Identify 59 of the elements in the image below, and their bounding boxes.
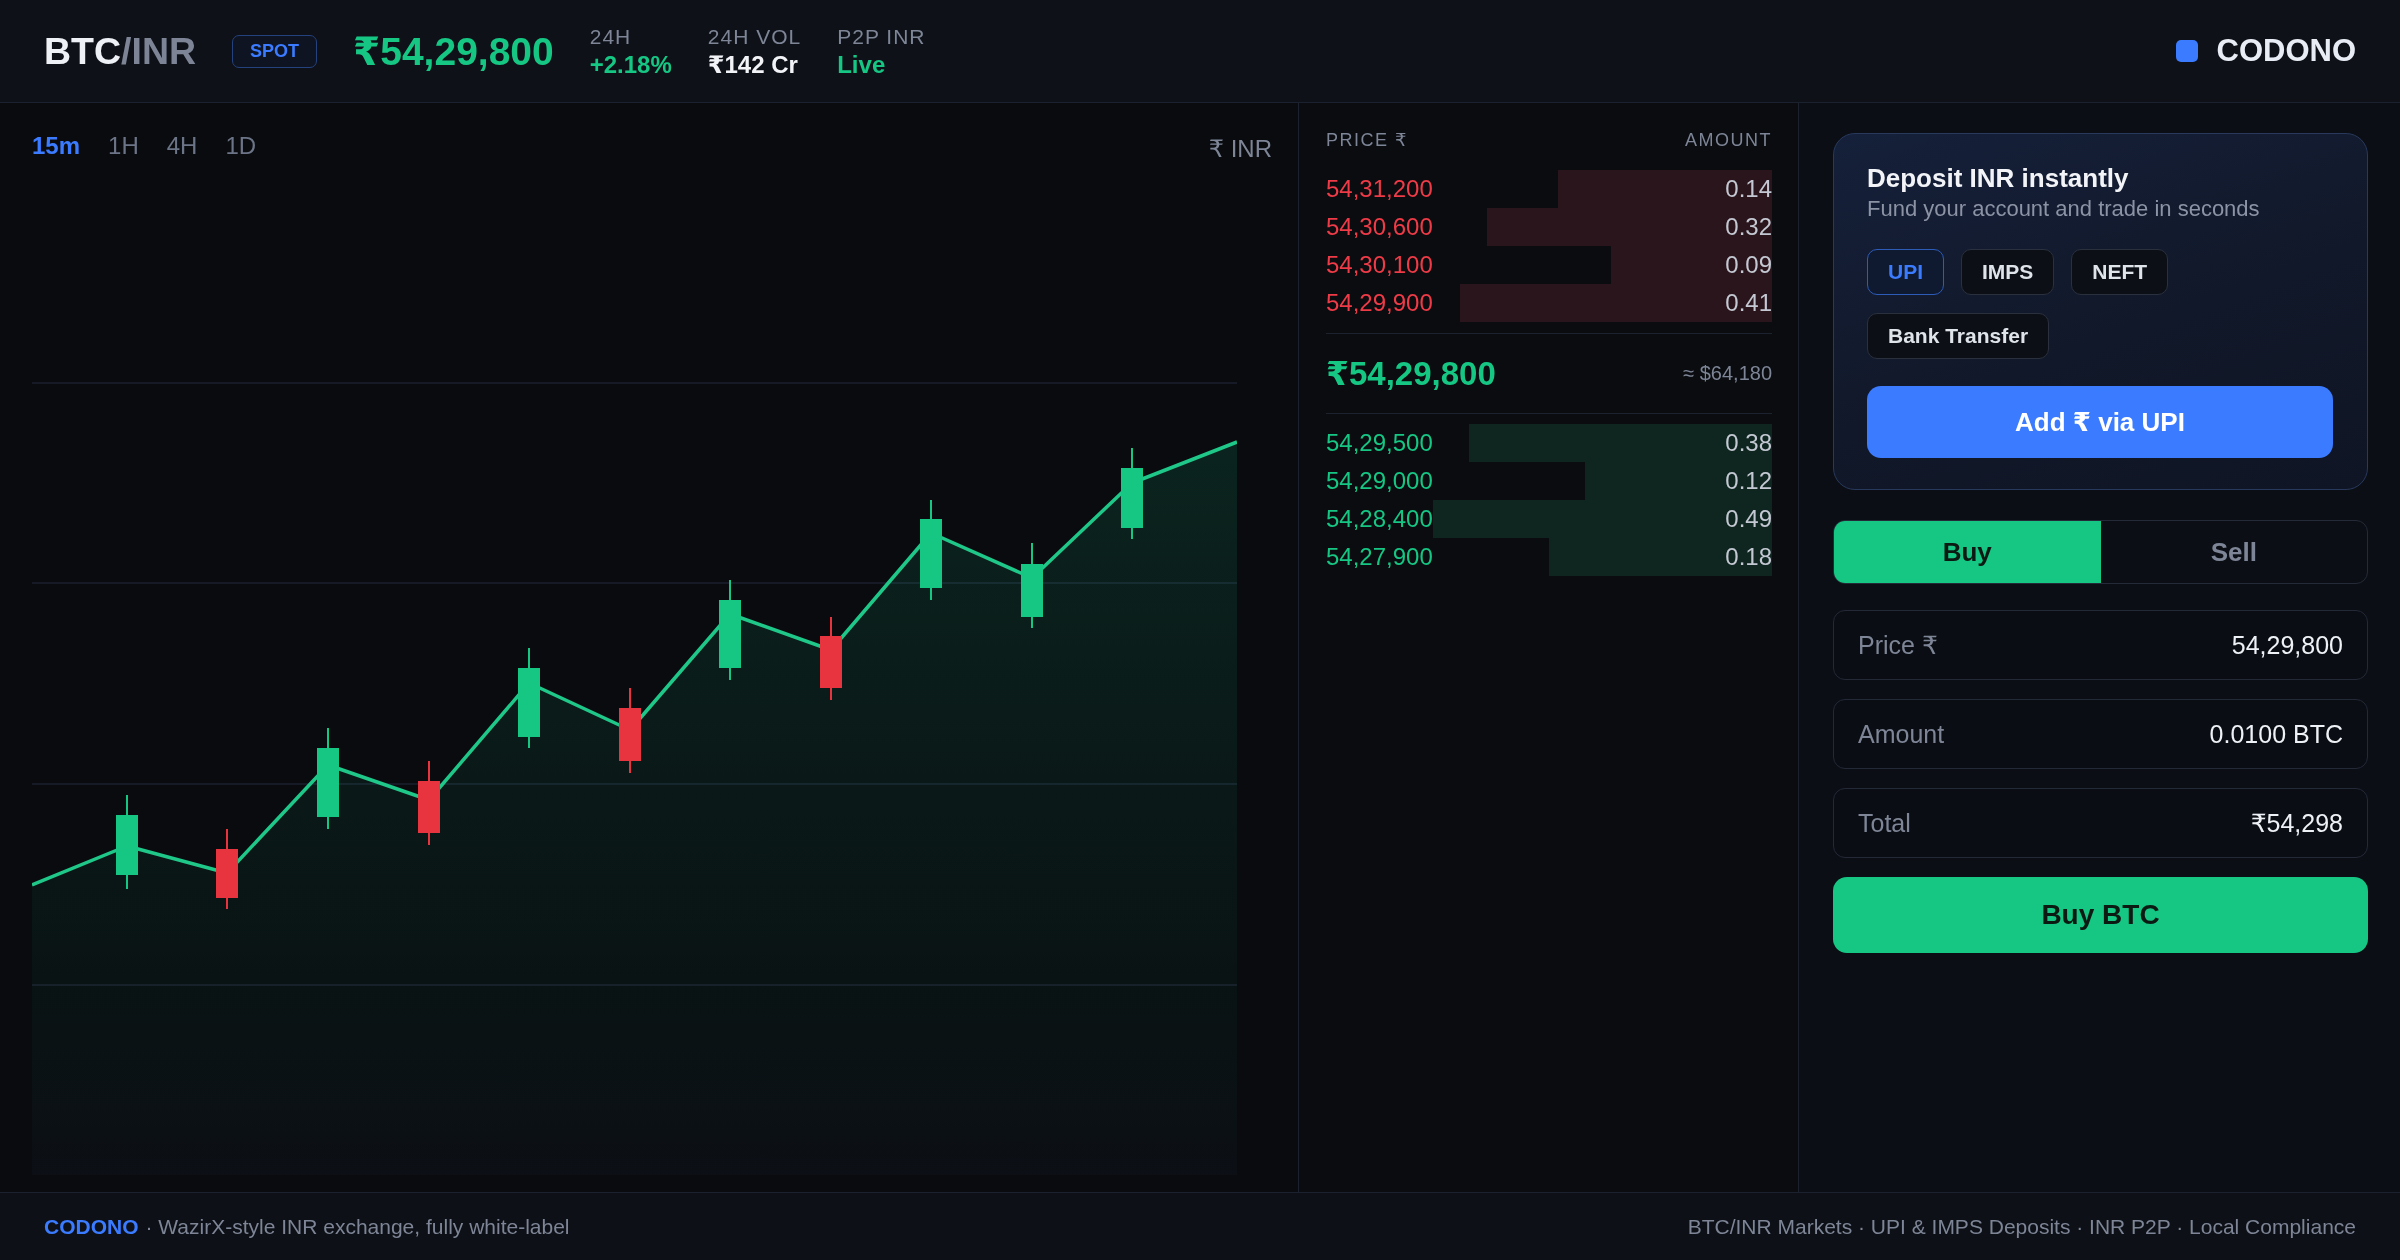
brand-name: CODONO	[2216, 33, 2356, 69]
stat-label: 24H VOL	[707, 25, 802, 49]
field-value: 54,29,800	[2231, 630, 2343, 660]
logo-icon	[2175, 40, 2198, 62]
bid-amount: 0.38	[1725, 429, 1772, 457]
last-price: ₹54,29,800	[353, 28, 554, 74]
payment-method-chip[interactable]: Bank Transfer	[1867, 313, 2050, 359]
side-tab[interactable]: Buy	[1834, 521, 2101, 583]
field-label: Amount	[1858, 719, 1945, 749]
bid-amount: 0.49	[1725, 505, 1772, 533]
deposit-title: Deposit INR instantly	[1867, 162, 2130, 194]
footer-brand: CODONO	[44, 1214, 139, 1239]
bid-amount: 0.12	[1725, 467, 1772, 495]
payment-method-chip[interactable]: NEFT	[2071, 249, 2169, 295]
ask-price: 54,29,900	[1326, 289, 1433, 317]
footer-tagline: · WazirX-style INR exchange, fully white-label	[145, 1214, 570, 1239]
currency-label: ₹ INR	[1208, 135, 1272, 163]
bid-amount: 0.18	[1725, 543, 1772, 571]
ask-price: 54,31,200	[1326, 175, 1433, 203]
deposit-subtitle: Fund your account and trade in seconds	[1867, 195, 2261, 223]
input-field[interactable]: Total ₹54,298	[1833, 788, 2368, 858]
side-tab[interactable]: Sell	[2100, 521, 2367, 583]
mid-price: ₹54,29,800	[1326, 354, 1496, 393]
ask-price: 54,30,100	[1326, 251, 1433, 279]
timeframe-tab[interactable]: 1D	[225, 132, 257, 160]
field-label: Price ₹	[1858, 630, 1938, 660]
stat-value: +2.18%	[589, 51, 672, 79]
stat-label: P2P INR	[837, 25, 926, 49]
column-header: AMOUNT	[1685, 129, 1772, 151]
ask-price: 54,30,600	[1326, 213, 1433, 241]
column-header: PRICE ₹	[1326, 129, 1408, 151]
input-field[interactable]: Price ₹ 54,29,800	[1833, 610, 2368, 680]
timeframe-tab[interactable]: 4H	[166, 132, 198, 160]
pair-base: BTC	[44, 29, 122, 72]
field-value: 0.0100 BTC	[2209, 719, 2343, 749]
add-funds-button[interactable]: Add ₹ via UPI	[1867, 386, 2333, 458]
bid-price: 54,29,000	[1326, 467, 1433, 495]
pair-quote: /INR	[121, 29, 197, 72]
stat-value: ₹142 Cr	[707, 51, 799, 79]
mid-price-usd: ≈ $64,180	[1683, 362, 1772, 385]
ask-amount: 0.41	[1725, 289, 1772, 317]
bid-price: 54,29,500	[1326, 429, 1433, 457]
field-label: Total	[1858, 808, 1911, 838]
timeframe-tab[interactable]: 1H	[108, 132, 139, 160]
bid-price: 54,28,400	[1326, 505, 1433, 533]
footer-features: BTC/INR Markets · UPI & IMPS Deposits · INR P2P · Local Compliance	[1687, 1214, 2356, 1239]
bid-price: 54,27,900	[1326, 543, 1433, 571]
input-field[interactable]: Amount 0.0100 BTC	[1833, 699, 2368, 769]
payment-method-chip[interactable]: IMPS	[1961, 249, 2055, 295]
stat-label: 24H	[589, 25, 633, 49]
buy-button[interactable]: Buy BTC	[1833, 877, 2368, 953]
payment-method-chip[interactable]: UPI	[1867, 249, 1944, 295]
stat-value: Live	[837, 51, 887, 79]
field-value: ₹54,298	[2250, 808, 2343, 838]
ask-amount: 0.14	[1725, 175, 1772, 203]
timeframe-tab[interactable]: 15m	[32, 132, 81, 160]
ask-amount: 0.09	[1725, 251, 1772, 279]
ask-amount: 0.32	[1725, 213, 1772, 241]
market-badge: SPOT	[232, 34, 318, 68]
